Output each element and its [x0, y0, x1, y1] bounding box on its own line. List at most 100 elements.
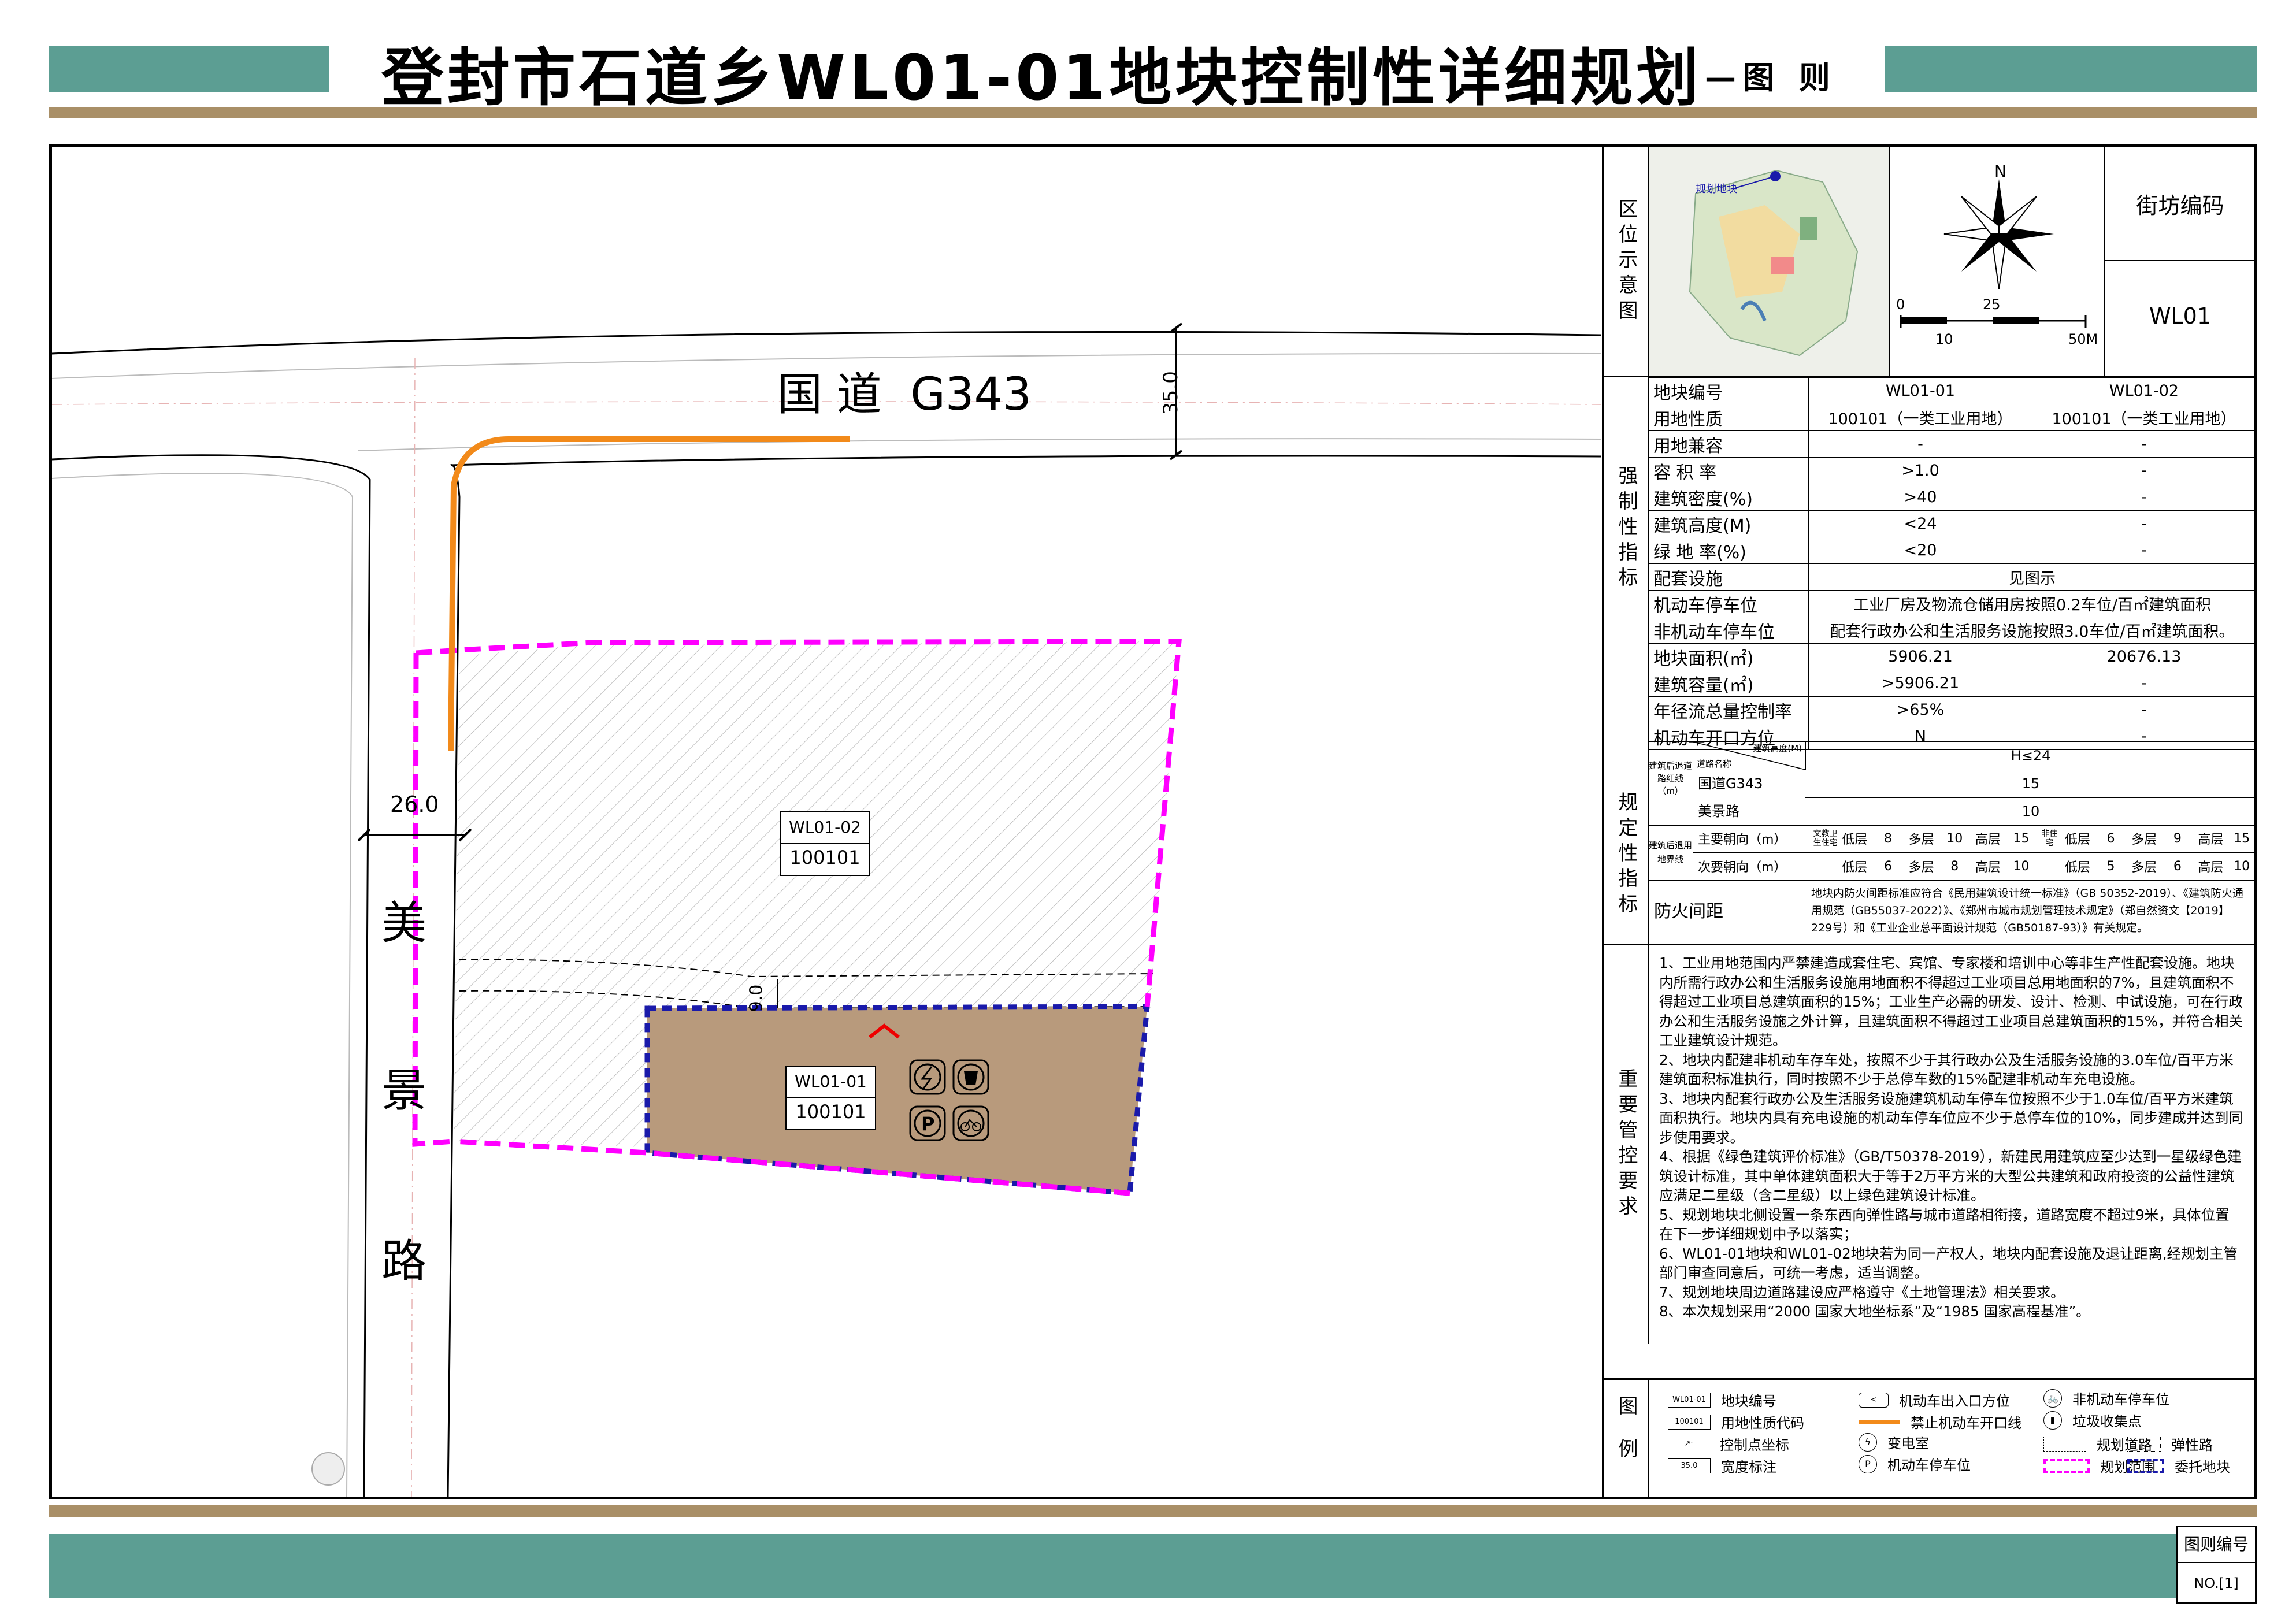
block-code-divider: [2104, 260, 2256, 261]
road-g343-label: 国 道 G343: [777, 369, 1032, 421]
bicycle-icon: 🚲: [2043, 1389, 2062, 1408]
drawing-number-value: NO.[1]: [2194, 1575, 2239, 1591]
setback-road-block: 建筑后退道路红线（m） 建筑高度(M) 道路名称 H≤24 国道G343 15 …: [1648, 741, 2256, 826]
table-row: 配套设施 见图示: [1648, 563, 2256, 591]
legend-item-no-entry: 禁止机动车开口线: [1859, 1412, 2021, 1432]
table-row: 地块面积(㎡) 5906.21 20676.13: [1648, 643, 2257, 670]
legend-item-plot-code: WL01-01 地块编号: [1668, 1390, 1776, 1410]
header-gold-band: [49, 107, 2257, 118]
info-panel: 区位示意图 规划地块 N 0 25 10 50M 街坊编码 WL01 强制性指标…: [1602, 147, 2257, 1497]
diag-road-label: 道路名称: [1697, 759, 1732, 769]
legend-item-parking: P 机动车停车位: [1859, 1454, 1971, 1474]
setback-road-1-name: 国道G343: [1693, 770, 1805, 797]
drawing-number-label: 图则编号: [2178, 1527, 2255, 1563]
fire-spacing-text: 地块内防火间距标准应符合《民用建筑设计统一标准》（GB 50352-2019）、…: [1811, 887, 2243, 934]
setback-land-side-label: 建筑后退用地界线: [1648, 825, 1693, 880]
table-row: 建筑容量(㎡) >5906.21-: [1648, 670, 2257, 697]
legend-item-power: ϟ 变电室: [1859, 1432, 1929, 1452]
table-row: 用地性质 100101（一类工业用地） 100101（一类工业用地）: [1648, 404, 2257, 431]
location-minimap: 规划地块: [1649, 147, 1890, 376]
plot-wl01-02-use: 100101: [789, 847, 860, 868]
requirement-item: 5、规划地块北侧设置一条东西向弹性路与城市道路相衔接，道路宽度不超过9米，具体位…: [1659, 1206, 2230, 1243]
scale-0: 0: [1896, 296, 1905, 313]
page-subtitle: —图 则: [1705, 60, 1837, 96]
setback-land-row-1: 主要朝向（m） 文教卫生住宅 低层 8 多层 10 高层 15 非住宅 低层 6…: [1693, 825, 2256, 853]
legend-item-use-code: 100101 用地性质代码: [1668, 1412, 1804, 1432]
trash-icon: ▮: [2043, 1411, 2062, 1430]
requirements-side-label: 重要管控要求: [1604, 945, 1649, 1344]
requirements-list: 1、工业用地范围内严禁建造成套住宅、宾馆、专家楼和培训中心等非生产性配套设施。地…: [1659, 953, 2243, 1322]
setback-road-2-value: 10: [2021, 803, 2040, 819]
road-meijing-label-3: 路: [381, 1235, 427, 1287]
svg-text:P: P: [921, 1113, 934, 1135]
legend-item-entrust: 委托地块: [2127, 1456, 2230, 1476]
north-arrow-area: N 0 25 10 50M: [1889, 147, 2105, 376]
setback-road-2-name: 美景路: [1693, 797, 1805, 825]
setback-dimension: 9.0: [746, 984, 767, 1012]
table-row: 非机动车停车位 配套行政办公和生活服务设施按照3.0车位/百㎡建筑面积。: [1648, 617, 2256, 644]
road-g343-edge-north: [52, 331, 1601, 355]
map-navigation-control: [311, 1452, 345, 1486]
table-row: 建筑密度(%) >40-: [1648, 484, 2257, 511]
location-minimap-svg: [1649, 147, 1889, 376]
legend-item-flex: 弹性路: [2127, 1434, 2213, 1454]
road-meijing-label-2: 景: [381, 1065, 427, 1117]
scale-10: 10: [1935, 331, 1953, 347]
legend-item-width: 35.0 宽度标注: [1668, 1456, 1776, 1476]
control-point-icon: ↗·: [1684, 1439, 1693, 1448]
scale-50m: 50M: [2068, 331, 2098, 347]
table-row: 年径流总量控制率 >65% -: [1648, 696, 2257, 723]
plan-map: P 国 道 G343 35.0 26.0 9.0 美 景 路 WL01-02 1…: [52, 147, 1601, 1497]
requirement-item: 2、地块内配建非机动车存车处，按照不少于其行政办公及生活服务设施的3.0车位/百…: [1659, 1051, 2234, 1088]
table-row: 绿 地 率(%) <20-: [1648, 537, 2257, 564]
requirement-item: 7、规划地块周边道路建设应严格遵守《土地管理法》相关要求。: [1659, 1283, 2065, 1301]
header-band-right: [1885, 46, 2257, 92]
legend-item-trash: ▮ 垃圾收集点: [2043, 1410, 2142, 1430]
footer-band: [49, 1534, 2176, 1598]
plot-wl01-01-code: WL01-01: [795, 1072, 867, 1091]
table-row: 建筑高度(M) <24-: [1648, 510, 2257, 537]
road-meijing-edge-inner: [52, 473, 354, 1497]
setback-road-1-value: 15: [1805, 770, 2256, 798]
mandatory-side-label: 强制性指标: [1604, 404, 1649, 653]
fire-spacing-label: 防火间距: [1648, 880, 1805, 944]
entrust-icon: [2127, 1458, 2164, 1473]
indicator-table: 地块编号 WL01-01 WL01-02 用地性质 100101（一类工业用地） 1…: [1648, 377, 2257, 750]
road-meijing-width: 26.0: [390, 792, 439, 817]
location-side-label: 区位示意图: [1604, 147, 1649, 376]
requirement-item: 1、工业用地范围内严禁建造成套住宅、宾馆、专家楼和培训中心等非生产性配套设施。地…: [1659, 955, 2243, 1049]
block-code-value: WL01: [2149, 303, 2212, 329]
plot-wl01-01-use: 100101: [795, 1101, 866, 1123]
header-band-left: [49, 46, 329, 92]
road-g343-edge-bottom: [450, 455, 1601, 466]
road-icon: [2043, 1436, 2086, 1452]
requirement-item: 6、WL01-01地块和WL01-02地块若为同一产权人，地块内配套设施及退让距…: [1659, 1245, 2238, 1282]
location-marker-label: 规划地块: [1696, 183, 1737, 195]
table-row: 容 积 率 >1.0-: [1648, 457, 2257, 484]
requirement-item: 4、根据《绿色建筑评价标准》（GB/T50378-2019），新建民用建筑应至少…: [1659, 1148, 2242, 1204]
setback-height: H≤24: [1805, 742, 2256, 770]
footer-gold-band: [49, 1505, 2257, 1517]
boundary-icon: [2043, 1458, 2090, 1473]
drawing-number-box: 图则编号 NO.[1]: [2176, 1526, 2257, 1604]
table-row: 机动车停车位 工业厂房及物流仓储用房按照0.2车位/百㎡建筑面积: [1648, 590, 2256, 617]
requirement-item: 3、地块内配套行政办公及生活服务设施建筑机动车停车位按照不少于1.0车位/百平方…: [1659, 1090, 2243, 1146]
setback-land-row-2: 次要朝向（m） 低层 6 多层 8 高层 10 低层 5 多层 6 高层 10: [1698, 859, 2250, 875]
scale-25: 25: [1983, 296, 2001, 313]
table-header-row: 地块编号 WL01-01 WL01-02: [1648, 377, 2257, 404]
legend-item-bike: 🚲 非机动车停车位: [2043, 1388, 2169, 1408]
setback-land-block: 建筑后退用地界线 主要朝向（m） 文教卫生住宅 低层 8 多层 10 高层 15…: [1648, 825, 2256, 881]
diag-height-label: 建筑高度(M): [1753, 743, 1802, 754]
road-meijing-label-1: 美: [381, 897, 427, 949]
block-code-label: 街坊编码: [2136, 193, 2224, 218]
plot-wl01-02-code: WL01-02: [789, 818, 861, 837]
road-meijing-edge-west: [52, 454, 371, 1497]
north-label: N: [1994, 162, 2006, 181]
setback-road-side-label: 建筑后退道路红线（m）: [1648, 742, 1693, 825]
power-icon: ϟ: [1859, 1432, 1877, 1452]
legend-item-control-point: ↗· 控制点坐标: [1668, 1434, 1789, 1454]
table-row: 用地兼容 - -: [1648, 430, 2257, 458]
flex-road-icon: [2127, 1436, 2161, 1452]
road-g343-width: 35.0: [1159, 371, 1182, 415]
requirement-item: 8、本次规划采用“2000 国家大地坐标系”及“1985 国家高程基准”。: [1659, 1303, 2090, 1320]
